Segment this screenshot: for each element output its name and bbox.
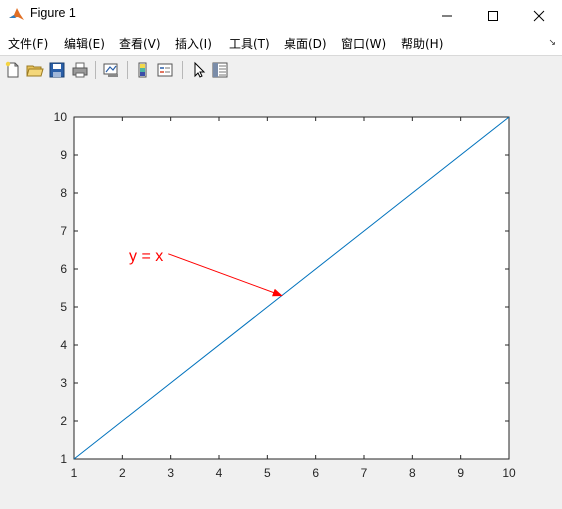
- arrow-icon[interactable]: ↘: [548, 38, 556, 48]
- figure-canvas: 1 2 3 4 5 6 7 8 9 10 1 2 3 4 5 6 7 8 9 10 y = x: [0, 84, 562, 505]
- y-tick-label: 4: [60, 338, 67, 352]
- y-tick-label: 9: [60, 148, 67, 162]
- window-title: Figure 1: [30, 6, 76, 20]
- menu-tools[interactable]: 工具(T): [229, 35, 270, 52]
- title-bar: Figure 1: [0, 0, 562, 31]
- toolbar-separator: [127, 61, 128, 79]
- y-tick-label: 6: [60, 262, 67, 276]
- maximize-icon: [488, 10, 498, 21]
- menu-edit[interactable]: 编辑(E): [64, 35, 105, 52]
- minimize-button[interactable]: [424, 0, 470, 31]
- menu-window[interactable]: 窗口(W): [341, 35, 386, 52]
- toolbar: [0, 55, 562, 85]
- matlab-icon: [8, 6, 25, 23]
- menu-desktop[interactable]: 桌面(D): [284, 35, 327, 52]
- annotation-text: y = x: [129, 248, 163, 265]
- x-tick-label: 6: [312, 466, 319, 480]
- y-tick-label: 3: [60, 376, 67, 390]
- x-tick-label: 5: [264, 466, 271, 480]
- maximize-button[interactable]: [470, 0, 516, 31]
- menu-bar: 文件(F) 编辑(E) 查看(V) 插入(I) 工具(T) 桌面(D) 窗口(W…: [0, 31, 562, 55]
- edit-plot-icon[interactable]: [190, 61, 208, 79]
- y-tick-label: 1: [60, 452, 67, 466]
- new-figure-icon[interactable]: [4, 61, 22, 79]
- menu-view[interactable]: 查看(V): [119, 35, 161, 52]
- x-tick-label: 3: [167, 466, 174, 480]
- property-inspector-icon[interactable]: [211, 61, 229, 79]
- menu-file[interactable]: 文件(F): [8, 35, 48, 52]
- y-tick-label: 2: [60, 414, 67, 428]
- x-tick-label: 1: [71, 466, 78, 480]
- menu-help[interactable]: 帮助(H): [401, 35, 443, 52]
- line-chart: 1 2 3 4 5 6 7 8 9 10 1 2 3 4 5 6 7 8 9 10 y = x: [54, 110, 516, 480]
- x-tick-label: 8: [409, 466, 416, 480]
- menu-insert[interactable]: 插入(I): [175, 35, 212, 52]
- y-tick-label: 8: [60, 186, 67, 200]
- y-tick-label: 10: [54, 110, 68, 124]
- toolbar-separator: [95, 61, 96, 79]
- open-file-icon[interactable]: [26, 61, 44, 79]
- x-tick-label: 2: [119, 466, 126, 480]
- insert-legend-icon[interactable]: [156, 61, 174, 79]
- close-icon: [533, 10, 545, 21]
- close-button[interactable]: [516, 0, 562, 31]
- insert-colorbar-icon[interactable]: [134, 61, 152, 79]
- x-tick-label: 4: [216, 466, 223, 480]
- toolbar-separator: [182, 61, 183, 79]
- x-tick-label: 9: [457, 466, 464, 480]
- x-tick-label: 7: [361, 466, 368, 480]
- y-tick-label: 5: [60, 300, 67, 314]
- minimize-icon: [442, 15, 452, 16]
- print-icon[interactable]: [71, 61, 89, 79]
- y-tick-label: 7: [60, 224, 67, 238]
- link-plot-icon[interactable]: [102, 61, 120, 79]
- x-tick-label: 10: [502, 466, 516, 480]
- save-icon[interactable]: [48, 61, 66, 79]
